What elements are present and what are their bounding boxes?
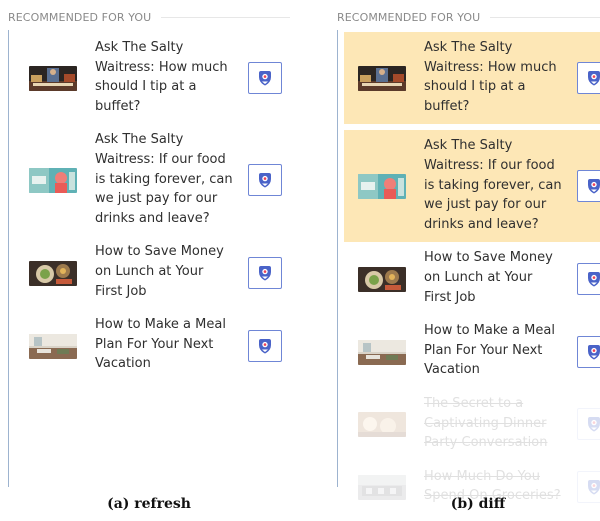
list-item[interactable]: Ask The Salty Waitress: If our food is t… — [20, 124, 290, 236]
article-title[interactable]: Ask The Salty Waitress: How much should … — [95, 38, 233, 116]
list-item-added[interactable]: Ask The Salty Waitress: How much should … — [344, 32, 600, 125]
save-to-pocket-button[interactable] — [248, 164, 282, 197]
list-item-removed[interactable]: The Secret to a Captivating Dinner Party… — [349, 388, 600, 461]
caption-refresh: (a) refresh — [107, 496, 191, 512]
pocket-icon — [258, 265, 272, 281]
article-title[interactable]: How to Save Money on Lunch at Your First… — [424, 248, 562, 307]
list-item[interactable]: How to Save Money on Lunch at Your First… — [20, 236, 290, 309]
pocket-icon — [587, 271, 600, 287]
pocket-icon — [587, 344, 600, 360]
list-item[interactable]: Ask The Salty Waitress: How much should … — [20, 32, 290, 124]
column-divider — [337, 30, 338, 487]
pocket-icon — [587, 416, 600, 432]
article-thumbnail[interactable] — [358, 66, 406, 91]
pocket-icon — [258, 172, 272, 188]
recommendation-list: Ask The Salty Waitress: How much should … — [344, 32, 600, 514]
article-thumbnail[interactable] — [29, 66, 77, 91]
article-title[interactable]: How to Make a Meal Plan For Your Next Va… — [424, 321, 562, 380]
list-item[interactable]: How to Make a Meal Plan For Your Next Va… — [349, 315, 600, 388]
article-thumbnail[interactable] — [358, 267, 406, 292]
save-to-pocket-button[interactable] — [577, 408, 600, 441]
section-title: RECOMMENDED FOR YOU — [8, 10, 152, 24]
save-to-pocket-button[interactable] — [248, 62, 282, 95]
save-to-pocket-button[interactable] — [577, 335, 600, 368]
header-divider — [490, 16, 600, 18]
pocket-icon — [587, 178, 600, 194]
header-divider — [161, 16, 290, 18]
pocket-icon — [258, 338, 272, 354]
article-thumbnail[interactable] — [29, 261, 77, 286]
article-thumbnail[interactable] — [29, 168, 77, 193]
pocket-icon — [587, 70, 600, 86]
article-title[interactable]: Ask The Salty Waitress: If our food is t… — [424, 136, 562, 234]
article-thumbnail[interactable] — [358, 174, 406, 199]
section-header: RECOMMENDED FOR YOU — [8, 8, 290, 26]
article-title[interactable]: Ask The Salty Waitress: How much should … — [424, 38, 562, 116]
list-item-added[interactable]: Ask The Salty Waitress: If our food is t… — [344, 130, 600, 243]
article-thumbnail[interactable] — [358, 340, 406, 365]
article-thumbnail[interactable] — [29, 334, 77, 359]
column-divider — [8, 30, 9, 487]
save-to-pocket-button[interactable] — [577, 170, 600, 203]
pocket-icon — [258, 70, 272, 86]
article-title[interactable]: Ask The Salty Waitress: If our food is t… — [95, 130, 233, 228]
pocket-icon — [587, 479, 600, 495]
save-to-pocket-button[interactable] — [248, 256, 282, 289]
save-to-pocket-button[interactable] — [577, 262, 600, 295]
list-item[interactable]: How to Make a Meal Plan For Your Next Va… — [20, 309, 290, 382]
recommendation-list: Ask The Salty Waitress: How much should … — [20, 32, 290, 382]
section-header: RECOMMENDED FOR YOU — [337, 8, 600, 26]
list-item[interactable]: How to Save Money on Lunch at Your First… — [349, 242, 600, 315]
caption-diff: (b) diff — [450, 496, 506, 512]
refresh-panel: RECOMMENDED FOR YOU Ask The Salty Waitre… — [8, 8, 290, 487]
save-to-pocket-button[interactable] — [577, 62, 600, 95]
article-title[interactable]: How to Make a Meal Plan For Your Next Va… — [95, 315, 233, 374]
save-to-pocket-button[interactable] — [248, 329, 282, 362]
article-title[interactable]: The Secret to a Captivating Dinner Party… — [424, 394, 562, 453]
article-title[interactable]: How to Save Money on Lunch at Your First… — [95, 242, 233, 301]
diff-panel: RECOMMENDED FOR YOU Ask The Salty Waitre… — [337, 8, 600, 504]
section-title: RECOMMENDED FOR YOU — [337, 10, 481, 24]
article-thumbnail[interactable] — [358, 412, 406, 437]
